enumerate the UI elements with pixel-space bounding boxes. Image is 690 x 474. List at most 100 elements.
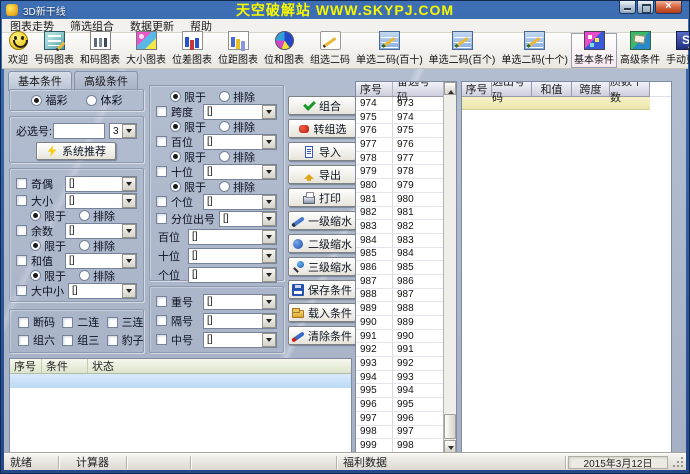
- dropdown-arrow-icon[interactable]: [262, 333, 276, 347]
- candidate-row[interactable]: 989 988: [356, 302, 443, 316]
- checkbox-icon[interactable]: [16, 225, 27, 236]
- condition-select[interactable]: []: [203, 134, 277, 150]
- checkbox-icon[interactable]: [16, 255, 27, 266]
- action-button[interactable]: 三级缩水: [288, 257, 356, 276]
- radio-icon[interactable]: [30, 210, 41, 221]
- candidate-row[interactable]: 986 985: [356, 261, 443, 275]
- action-button[interactable]: 导出: [288, 165, 356, 184]
- candidate-row[interactable]: 999 998: [356, 439, 443, 453]
- candidate-row[interactable]: 981 980: [356, 193, 443, 207]
- candidate-row[interactable]: 984 983: [356, 234, 443, 248]
- candidate-row[interactable]: 988 987: [356, 289, 443, 303]
- toolbar-button[interactable]: 手动更新: [663, 33, 690, 68]
- dropdown-arrow-icon[interactable]: [262, 195, 276, 209]
- toolbar-button[interactable]: 号码图表: [31, 33, 77, 68]
- checkbox-icon[interactable]: [62, 335, 73, 346]
- tab[interactable]: 高级条件: [74, 71, 138, 91]
- radio-icon[interactable]: [170, 121, 181, 132]
- action-button[interactable]: 清除条件: [288, 326, 356, 345]
- dropdown-arrow-icon[interactable]: [262, 295, 276, 309]
- condition-select[interactable]: []: [219, 211, 277, 227]
- system-recommend-button[interactable]: 系统推荐: [36, 142, 116, 160]
- candidate-row[interactable]: 974 973: [356, 97, 443, 111]
- flag-option[interactable]: 豹子: [99, 331, 143, 349]
- lottery-radio-option[interactable]: 福彩: [31, 92, 68, 108]
- toolbar-button[interactable]: 单选二码(百十): [353, 33, 426, 68]
- toolbar-button[interactable]: 基本条件: [571, 33, 617, 68]
- candidate-row[interactable]: 975 974: [356, 111, 443, 125]
- checkbox-icon[interactable]: [156, 315, 167, 326]
- condition-select[interactable]: []: [203, 194, 277, 210]
- action-button[interactable]: 组合: [288, 96, 356, 115]
- condition-select[interactable]: []: [203, 164, 277, 180]
- condition-select[interactable]: []: [65, 193, 137, 209]
- toolbar-button[interactable]: 位距图表: [215, 33, 261, 68]
- dropdown-arrow-icon[interactable]: [262, 165, 276, 179]
- minimize-button[interactable]: [619, 1, 636, 14]
- action-button[interactable]: 二级缩水: [288, 234, 356, 253]
- action-button[interactable]: 载入条件: [288, 303, 356, 322]
- resize-grip[interactable]: [672, 456, 685, 469]
- condition-select[interactable]: []: [68, 283, 137, 299]
- condition-select[interactable]: []: [65, 223, 137, 239]
- lottery-radio-option[interactable]: 体彩: [86, 92, 123, 108]
- selected-empty-row[interactable]: [10, 374, 351, 388]
- required-number-input[interactable]: [53, 123, 105, 139]
- radio-icon[interactable]: [86, 95, 97, 106]
- dropdown-arrow-icon[interactable]: [122, 177, 136, 191]
- radio-icon[interactable]: [30, 270, 41, 281]
- checkbox-icon[interactable]: [156, 106, 167, 117]
- candidate-row[interactable]: 997 996: [356, 412, 443, 426]
- position-select[interactable]: []: [188, 248, 277, 264]
- candidate-row[interactable]: 987 986: [356, 275, 443, 289]
- dropdown-arrow-icon[interactable]: [122, 254, 136, 268]
- position-select[interactable]: []: [188, 267, 277, 283]
- candidate-row[interactable]: 985 984: [356, 248, 443, 262]
- radio-icon[interactable]: [219, 121, 230, 132]
- candidate-row[interactable]: 976 975: [356, 124, 443, 138]
- tab[interactable]: 基本条件: [8, 71, 72, 91]
- checkbox-icon[interactable]: [62, 317, 73, 328]
- dropdown-arrow-icon[interactable]: [122, 124, 136, 138]
- radio-icon[interactable]: [79, 240, 90, 251]
- flag-option[interactable]: 二连: [54, 313, 98, 331]
- radio-icon[interactable]: [31, 95, 42, 106]
- checkbox-icon[interactable]: [107, 317, 118, 328]
- checkbox-icon[interactable]: [156, 296, 167, 307]
- candidate-row[interactable]: 991 990: [356, 330, 443, 344]
- action-button[interactable]: 导入: [288, 142, 356, 161]
- radio-icon[interactable]: [79, 210, 90, 221]
- action-button[interactable]: 打印: [288, 188, 356, 207]
- dropdown-arrow-icon[interactable]: [262, 105, 276, 119]
- candidate-row[interactable]: 994 993: [356, 371, 443, 385]
- condition-select[interactable]: []: [203, 313, 277, 329]
- candidate-row[interactable]: 978 977: [356, 152, 443, 166]
- candidate-row[interactable]: 979 978: [356, 165, 443, 179]
- dropdown-arrow-icon[interactable]: [122, 194, 136, 208]
- maximize-button[interactable]: [637, 1, 654, 14]
- action-button[interactable]: 转组选: [288, 119, 356, 138]
- radio-icon[interactable]: [170, 181, 181, 192]
- candidate-row[interactable]: 977 976: [356, 138, 443, 152]
- dropdown-arrow-icon[interactable]: [262, 135, 276, 149]
- dropdown-arrow-icon[interactable]: [262, 249, 276, 263]
- radio-icon[interactable]: [219, 91, 230, 102]
- checkbox-icon[interactable]: [18, 335, 29, 346]
- flag-option[interactable]: 断码: [10, 313, 54, 331]
- checkbox-icon[interactable]: [18, 317, 29, 328]
- radio-icon[interactable]: [170, 91, 181, 102]
- dropdown-arrow-icon[interactable]: [262, 212, 276, 226]
- toolbar-button[interactable]: 高级条件: [617, 33, 663, 68]
- radio-icon[interactable]: [219, 181, 230, 192]
- candidate-row[interactable]: 996 995: [356, 398, 443, 412]
- required-count-select[interactable]: 3: [109, 123, 137, 139]
- checkbox-icon[interactable]: [16, 178, 27, 189]
- dropdown-arrow-icon[interactable]: [122, 284, 136, 298]
- flag-option[interactable]: 三连: [99, 313, 143, 331]
- flag-option[interactable]: 组六: [10, 331, 54, 349]
- candidate-row[interactable]: 980 979: [356, 179, 443, 193]
- toolbar-button[interactable]: 位和图表: [261, 33, 307, 68]
- toolbar-button[interactable]: 大小图表: [123, 33, 169, 68]
- scroll-down-icon[interactable]: [444, 440, 456, 453]
- condition-select[interactable]: []: [65, 176, 137, 192]
